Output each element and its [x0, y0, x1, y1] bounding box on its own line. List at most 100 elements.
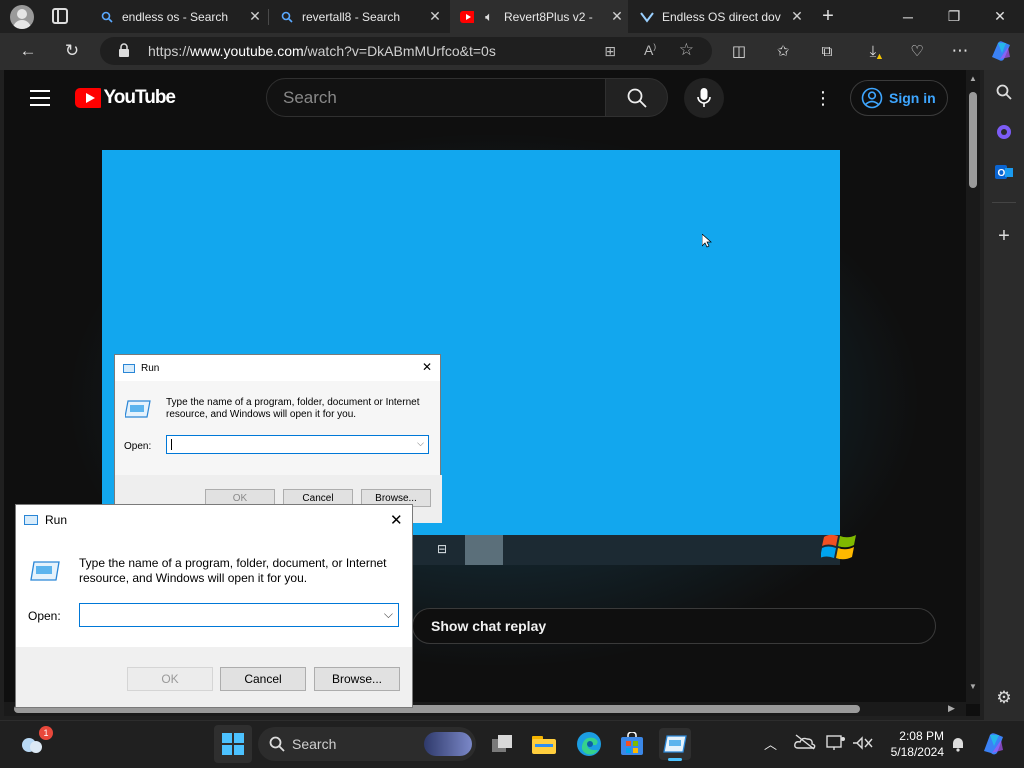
run-title: Run: [45, 513, 68, 527]
search-icon: [627, 88, 647, 108]
tab-endless-search[interactable]: endless os - Search ✕: [90, 0, 266, 33]
youtube-icon: [460, 10, 474, 24]
clock-time: 2:08 PM: [899, 729, 944, 743]
clock-date: 5/18/2024: [890, 745, 944, 759]
youtube-search-button[interactable]: [605, 78, 668, 117]
tab-endless-os-direct[interactable]: Endless OS direct dov ✕: [630, 0, 808, 33]
refresh-icon[interactable]: ↻: [57, 36, 87, 66]
search-icon: [280, 10, 294, 24]
voice-search-button[interactable]: [684, 78, 724, 118]
restore-icon[interactable]: ❐: [931, 0, 977, 33]
downloads-icon[interactable]: ⤓ ▲: [858, 36, 888, 66]
browse-button[interactable]: Browse...: [314, 667, 400, 691]
taskbar-search-label: Search: [292, 736, 337, 752]
read-aloud-icon[interactable]: A): [644, 42, 656, 58]
address-bar[interactable]: https://www.youtube.com/watch?v=DkABmMUr…: [100, 37, 712, 65]
new-tab-icon[interactable]: +: [816, 5, 840, 29]
speaker-icon[interactable]: 🔈︎: [482, 9, 496, 24]
copilot-taskbar-icon[interactable]: [980, 731, 1006, 757]
close-window-icon[interactable]: ✕: [977, 0, 1023, 33]
start-button[interactable]: [214, 725, 252, 763]
run-app-icon: [124, 400, 151, 418]
notification-bell-icon[interactable]: [950, 736, 966, 752]
outlook-icon[interactable]: O: [984, 154, 1024, 190]
collections-icon[interactable]: ⧉: [812, 36, 842, 66]
tab-separator: [268, 9, 269, 25]
account-icon: [861, 87, 883, 109]
hamburger-menu-icon[interactable]: [30, 90, 50, 106]
favorite-star-icon[interactable]: ☆: [679, 40, 694, 60]
vertical-scrollbar[interactable]: ▲ ▼: [966, 70, 980, 704]
close-icon[interactable]: ✕: [606, 8, 628, 25]
open-label: Open:: [28, 609, 61, 623]
tab-label: revertall8 - Search: [302, 9, 401, 24]
task-view-icon[interactable]: [486, 728, 518, 760]
tab-label: Revert8Plus v2 -: [504, 9, 593, 24]
search-highlight-icon: [424, 732, 472, 756]
browser-essentials-icon[interactable]: ♡: [902, 36, 932, 66]
onedrive-icon[interactable]: [794, 734, 816, 755]
file-explorer-icon[interactable]: [528, 728, 560, 760]
more-options-icon[interactable]: ⋯: [945, 36, 975, 66]
run-description: Type the name of a program, folder, docu…: [166, 397, 420, 420]
run-app-icon: [30, 561, 60, 581]
edge-icon[interactable]: [573, 728, 605, 760]
copilot-sidebar-icon[interactable]: [984, 114, 1024, 150]
youtube-search-input[interactable]: Search: [266, 78, 606, 117]
show-chat-replay-button[interactable]: Show chat replay: [412, 608, 936, 644]
system-clock[interactable]: 2:08 PM 5/18/2024: [878, 728, 944, 762]
youtube-logo-text: YouTube: [103, 87, 176, 108]
run-description: Type the name of a program, folder, docu…: [79, 556, 387, 585]
favorites-icon[interactable]: ✩: [768, 36, 798, 66]
tab-revertall8-search[interactable]: revertall8 - Search ✕: [270, 0, 446, 33]
sign-in-button[interactable]: Sign in: [850, 80, 948, 116]
windows-start-icon: [222, 733, 244, 755]
sidebar-settings-icon[interactable]: ⚙: [984, 680, 1024, 716]
chevron-down-icon[interactable]: ⌵: [384, 607, 393, 622]
tab-label: Endless OS direct dov: [662, 9, 781, 24]
open-label: Open:: [124, 441, 152, 452]
svg-text:O: O: [998, 168, 1006, 179]
minimize-icon[interactable]: ─: [885, 0, 931, 33]
add-sidebar-item-icon[interactable]: +: [984, 218, 1024, 254]
split-screen-icon[interactable]: ◫: [724, 36, 754, 66]
close-icon[interactable]: ✕: [786, 8, 808, 25]
close-icon: ✕: [422, 360, 433, 374]
open-input[interactable]: ⌵: [79, 603, 399, 627]
microsoft-store-icon[interactable]: [616, 728, 648, 760]
show-hidden-icons-icon[interactable]: ︿: [764, 734, 777, 753]
copilot-icon[interactable]: [988, 39, 1014, 63]
settings-kebab-icon[interactable]: ⋮: [814, 88, 832, 108]
run-title-bar: Run: [16, 505, 412, 535]
run-icon: [24, 515, 38, 525]
youtube-logo[interactable]: YouTube: [75, 85, 176, 111]
run-taskbar-icon[interactable]: [659, 728, 691, 761]
app-available-icon[interactable]: ⊞: [604, 43, 616, 60]
close-icon[interactable]: ✕: [244, 8, 266, 25]
lock-icon[interactable]: [118, 43, 130, 57]
run-icon: [123, 363, 135, 373]
weather-badge: 1: [39, 726, 53, 740]
cancel-button[interactable]: Cancel: [220, 667, 306, 691]
tab-label: endless os - Search: [122, 9, 229, 24]
display-icon[interactable]: [826, 735, 846, 756]
close-icon[interactable]: ✕: [424, 8, 446, 25]
task-view-icon: ⊟: [437, 542, 448, 556]
tab-actions-icon[interactable]: [52, 8, 68, 24]
search-icon: [100, 10, 114, 24]
network-volume-icon[interactable]: [852, 735, 874, 756]
microphone-icon: [697, 88, 711, 107]
profile-avatar[interactable]: [10, 5, 34, 29]
close-icon[interactable]: ✕: [390, 511, 403, 529]
ok-button[interactable]: OK: [127, 667, 213, 691]
url-prefix: https://: [148, 43, 191, 59]
weather-widget-icon[interactable]: 1: [17, 726, 53, 760]
sign-in-label: Sign in: [889, 90, 936, 106]
taskbar-search-box[interactable]: Search: [258, 727, 476, 761]
run-dialog-in-video: Run ✕ Type the name of a program, folder…: [114, 354, 442, 523]
tab-revert8plus[interactable]: 🔈︎ Revert8Plus v2 - ✕: [450, 0, 628, 33]
back-icon[interactable]: ←: [13, 36, 43, 66]
search-icon: [269, 736, 285, 752]
run-dialog: Run ✕ Type the name of a program, folder…: [15, 504, 413, 708]
search-icon[interactable]: [984, 74, 1024, 110]
